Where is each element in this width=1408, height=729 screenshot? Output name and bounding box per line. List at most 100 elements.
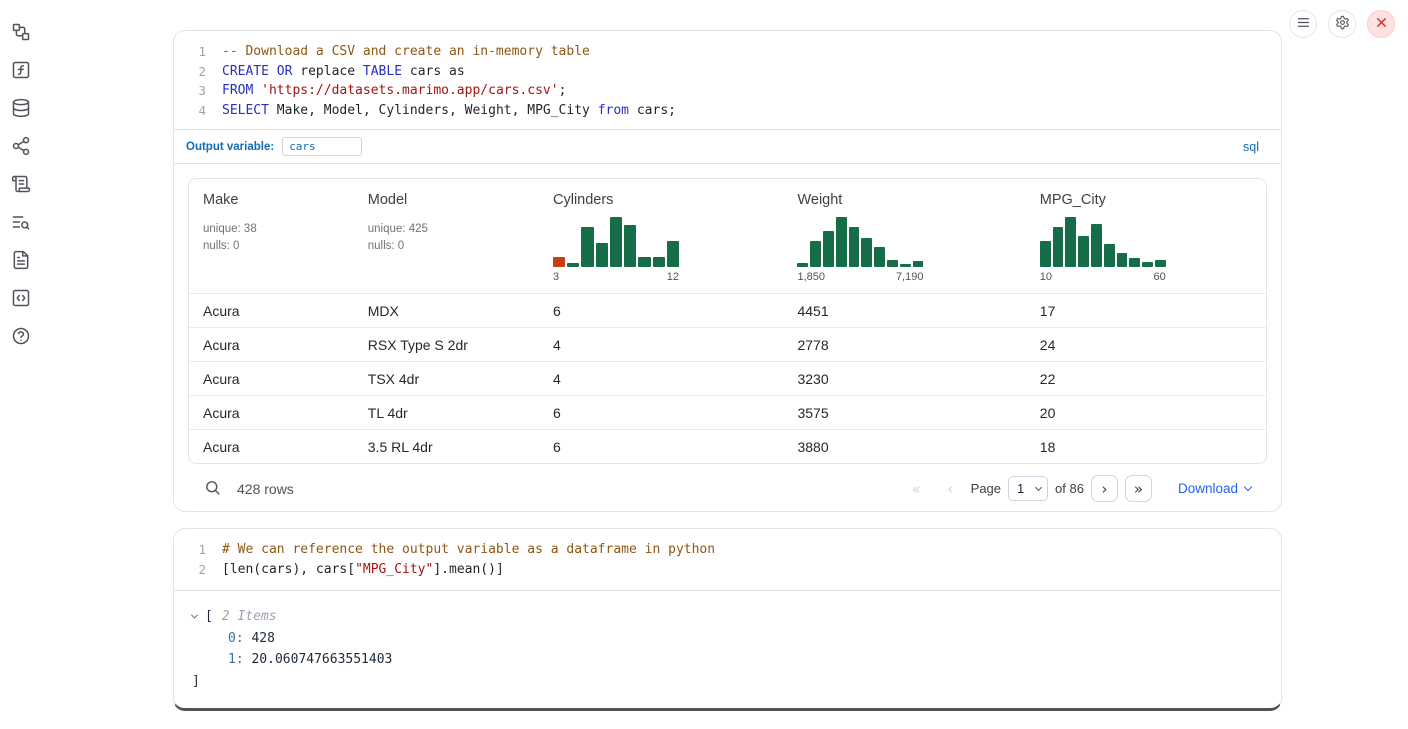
code-token: -- Download a CSV and create an in-memor… (222, 44, 590, 59)
code-token: ].mean()] (433, 562, 503, 577)
histogram-bar[interactable] (913, 261, 924, 267)
entry-value: 428 (251, 631, 274, 646)
python-code-editor[interactable]: 1 # We can reference the output variable… (174, 529, 1281, 590)
sql-code-editor[interactable]: 1 -- Download a CSV and create an in-mem… (174, 31, 1281, 129)
histogram-bar[interactable] (836, 217, 847, 267)
previous-page-button[interactable]: ‹ (937, 475, 964, 502)
histogram-bar[interactable] (581, 227, 593, 267)
table-row[interactable]: Acura3.5 RL 4dr6388018 (189, 430, 1266, 464)
entry-key: 1: (228, 652, 244, 667)
sidebar-item-file-explorer[interactable] (10, 22, 32, 44)
table-cell: Acura (189, 362, 354, 396)
histogram-range: 10 60 (1040, 271, 1166, 283)
collapse-chevron-icon[interactable] (191, 612, 198, 619)
column-header-cylinders[interactable]: Cylinders 3 12 (539, 179, 783, 294)
page-select[interactable]: 1 (1008, 476, 1048, 501)
code-line: 1 -- Download a CSV and create an in-mem… (174, 42, 1281, 62)
code-text: SELECT Make, Model, Cylinders, Weight, M… (206, 101, 676, 121)
code-token: [len(cars), cars[ (222, 562, 355, 577)
data-table: Make unique: 38 nulls: 0 Model unique: 4… (189, 179, 1266, 463)
histogram-bar[interactable] (849, 227, 860, 267)
first-page-button[interactable]: « (903, 475, 930, 502)
table-cell: 4 (539, 328, 783, 362)
histogram-bar[interactable] (861, 238, 872, 267)
histogram-bar[interactable] (1053, 227, 1064, 267)
histogram-bar[interactable] (797, 263, 808, 267)
histogram-bar[interactable] (667, 241, 679, 267)
histogram-bar[interactable] (810, 241, 821, 267)
column-stats: unique: 38 nulls: 0 (203, 221, 340, 254)
histogram-bar[interactable] (900, 264, 911, 267)
histogram-bar[interactable] (874, 247, 885, 267)
sidebar-item-functions[interactable] (10, 60, 32, 82)
column-title: Cylinders (553, 192, 769, 208)
histogram-bar[interactable] (624, 225, 636, 267)
search-button[interactable] (204, 479, 221, 499)
table-header: Make unique: 38 nulls: 0 Model unique: 4… (189, 179, 1266, 294)
code-token: ; (559, 83, 567, 98)
stat-nulls: nulls: 0 (368, 238, 525, 255)
sidebar-item-help[interactable] (10, 326, 32, 348)
next-page-button[interactable]: › (1091, 475, 1118, 502)
function-square-icon (11, 60, 31, 83)
download-button[interactable]: Download (1178, 481, 1251, 496)
settings-button[interactable] (1328, 10, 1356, 38)
histogram-bar[interactable] (823, 231, 834, 267)
menu-button[interactable] (1289, 10, 1317, 38)
histogram-bar[interactable] (653, 257, 665, 267)
table-row[interactable]: AcuraTSX 4dr4323022 (189, 362, 1266, 396)
histogram-min: 3 (553, 271, 559, 283)
histogram-min: 1,850 (797, 271, 825, 283)
table-row[interactable]: AcuraRSX Type S 2dr4277824 (189, 328, 1266, 362)
sidebar-item-documentation[interactable] (10, 250, 32, 272)
sidebar-item-dependency-graph[interactable] (10, 136, 32, 158)
code-token: TABLE (363, 64, 402, 79)
histogram-bar[interactable] (1091, 224, 1102, 267)
histogram-bar[interactable] (1065, 217, 1076, 267)
table-cell: 24 (1026, 328, 1266, 362)
language-badge[interactable]: sql (1243, 140, 1269, 154)
sidebar-item-logs[interactable] (10, 212, 32, 234)
help-circle-icon (11, 326, 31, 349)
sidebar-item-snippets[interactable] (10, 288, 32, 310)
column-header-model[interactable]: Model unique: 425 nulls: 0 (354, 179, 539, 294)
histogram-bar[interactable] (1040, 241, 1051, 267)
histogram-bar[interactable] (553, 257, 565, 267)
histogram-bar[interactable] (1155, 260, 1166, 267)
code-token: from (598, 103, 629, 118)
table-row[interactable]: AcuraMDX6445117 (189, 294, 1266, 328)
table-cell: 3230 (783, 362, 1025, 396)
code-token: Make, Model, Cylinders, Weight, MPG_City (269, 103, 598, 118)
shutdown-button[interactable] (1367, 10, 1395, 38)
histogram-bar[interactable] (1078, 236, 1089, 267)
histogram-bar[interactable] (1129, 258, 1140, 267)
chevron-left-icon: ‹ (947, 480, 953, 498)
code-token: "MPG_City" (355, 562, 433, 577)
histogram-bar[interactable] (610, 217, 622, 267)
search-icon (204, 479, 221, 499)
sidebar-item-datasources[interactable] (10, 98, 32, 120)
hamburger-icon (1296, 15, 1311, 33)
sidebar-item-outline[interactable] (10, 174, 32, 196)
page-total-label: of 86 (1055, 481, 1084, 496)
code-text: FROM 'https://datasets.marimo.app/cars.c… (206, 81, 566, 101)
histogram-bar[interactable] (567, 263, 579, 267)
column-header-mpg-city[interactable]: MPG_City 10 60 (1026, 179, 1266, 294)
output-variable-input[interactable] (282, 137, 362, 156)
column-header-weight[interactable]: Weight 1,850 7,190 (783, 179, 1025, 294)
histogram-bar[interactable] (596, 243, 608, 267)
histogram-bar[interactable] (1142, 262, 1153, 267)
table-cell: 6 (539, 430, 783, 464)
cylinders-histogram (553, 217, 679, 267)
histogram-bar[interactable] (638, 257, 650, 267)
histogram-bar[interactable] (1104, 244, 1115, 267)
table-cell: 22 (1026, 362, 1266, 396)
last-page-button[interactable]: » (1125, 475, 1152, 502)
line-number: 4 (174, 101, 206, 121)
histogram-bar[interactable] (1117, 253, 1128, 267)
table-cell: TSX 4dr (354, 362, 539, 396)
table-row[interactable]: AcuraTL 4dr6357520 (189, 396, 1266, 430)
histogram-bar[interactable] (887, 260, 898, 267)
stat-unique: unique: 38 (203, 221, 340, 238)
column-header-make[interactable]: Make unique: 38 nulls: 0 (189, 179, 354, 294)
